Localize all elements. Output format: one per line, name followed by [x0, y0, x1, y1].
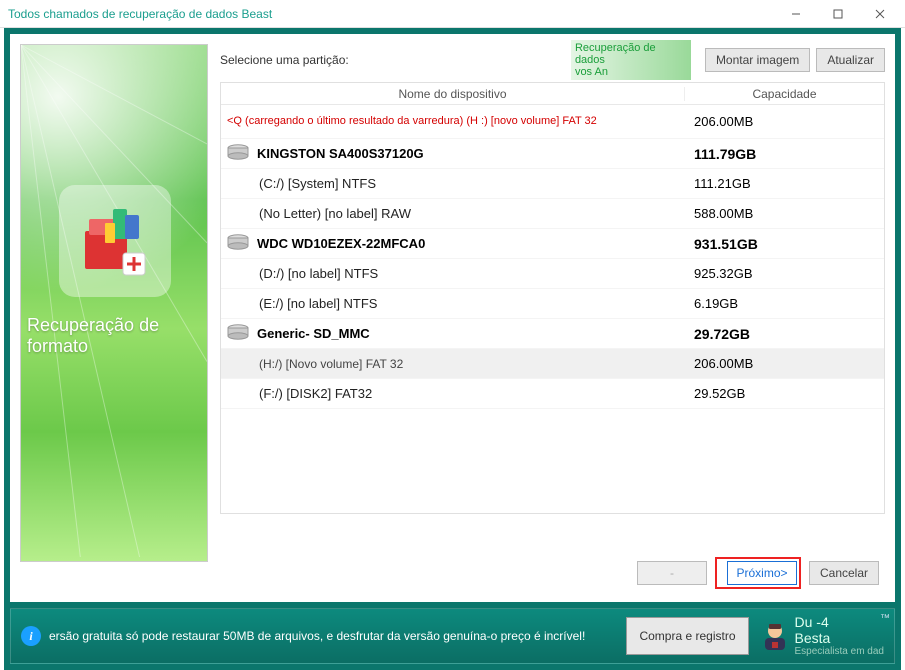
scan-status-text: <Q (carregando o último resultado da var…	[221, 113, 684, 130]
row-name: (F:/) [DISK2] FAT32	[221, 386, 684, 401]
brand-line1: Du -4	[795, 615, 885, 630]
row-capacity: 29.72GB	[684, 326, 884, 342]
close-button[interactable]	[859, 1, 901, 27]
col-device: Nome do dispositivo	[221, 87, 684, 101]
titlebar: Todos chamados de recuperação de dados B…	[0, 0, 905, 28]
row-name: Generic- SD_MMC	[221, 324, 684, 343]
main-panel: Recuperação de formato Selecione uma par…	[10, 34, 895, 602]
brand-text: Du -4 Besta Especialista em dad	[795, 615, 885, 657]
row-capacity: 206.00MB	[684, 356, 884, 371]
trademark: ™	[880, 613, 890, 624]
partition-row[interactable]: (F:/) [DISK2] FAT32 29.52GB	[221, 379, 884, 409]
maximize-button[interactable]	[817, 1, 859, 27]
window-controls	[775, 1, 901, 27]
disk-icon	[227, 234, 257, 253]
row-capacity: 111.79GB	[684, 146, 884, 162]
partition-row[interactable]: (H:/) [Novo volume] FAT 32 206.00MB	[221, 349, 884, 379]
row-name: (C:/) [System] NTFS	[221, 176, 684, 191]
scan-status-row[interactable]: <Q (carregando o último resultado da var…	[221, 105, 884, 139]
left-card: Recuperação de formato	[20, 44, 208, 562]
brand-avatar-icon	[759, 620, 791, 652]
partition-row[interactable]: (C:/) [System] NTFS 111.21GB	[221, 169, 884, 199]
next-button[interactable]: Próximo>	[727, 561, 797, 585]
window-title: Todos chamados de recuperação de dados B…	[4, 7, 272, 21]
disk-row[interactable]: WDC WD10EZEX-22MFCA0 931.51GB	[221, 229, 884, 259]
mount-image-button[interactable]: Montar imagem	[705, 48, 810, 72]
status-hint-l2: vos An	[575, 66, 687, 78]
row-capacity: 588.00MB	[684, 206, 884, 221]
refresh-button[interactable]: Atualizar	[816, 48, 885, 72]
mode-caption: Recuperação de formato	[27, 315, 201, 356]
disk-row[interactable]: KINGSTON SA400S37120G 111.79GB	[221, 139, 884, 169]
minimize-button[interactable]	[775, 1, 817, 27]
row-name-text: KINGSTON SA400S37120G	[257, 146, 424, 161]
right-content: Selecione uma partição: Recuperação de d…	[220, 44, 885, 592]
row-capacity: 925.32GB	[684, 266, 884, 281]
row-name: (H:/) [Novo volume] FAT 32	[221, 357, 684, 371]
disk-row[interactable]: Generic- SD_MMC 29.72GB	[221, 319, 884, 349]
wizard-buttons: - Próximo> Cancelar	[220, 554, 885, 592]
partition-row[interactable]: (No Letter) [no label] RAW 588.00MB	[221, 199, 884, 229]
app-frame: Recuperação de formato Selecione uma par…	[4, 28, 901, 670]
brand-line2: Besta	[795, 631, 885, 646]
col-capacity: Capacidade	[684, 87, 884, 101]
select-partition-label: Selecione uma partição:	[220, 53, 349, 67]
row-name-text: Generic- SD_MMC	[257, 326, 370, 341]
brand-line3: Especialista em dad	[795, 646, 885, 657]
row-capacity: 6.19GB	[684, 296, 884, 311]
row-capacity: 931.51GB	[684, 236, 884, 252]
row-name-text: (No Letter) [no label] RAW	[259, 206, 411, 221]
row-name: (No Letter) [no label] RAW	[221, 206, 684, 221]
partition-table: Nome do dispositivo Capacidade <Q (carre…	[220, 82, 885, 514]
table-header: Nome do dispositivo Capacidade	[221, 83, 884, 105]
row-name-text: (F:/) [DISK2] FAT32	[259, 386, 372, 401]
row-name: KINGSTON SA400S37120G	[221, 144, 684, 163]
rays-decoration	[21, 45, 207, 557]
app-mode-icon	[59, 185, 171, 297]
disk-icon	[227, 324, 257, 343]
row-name-text: (E:/) [no label] NTFS	[259, 296, 377, 311]
status-hint: Recuperação de dados vos An	[571, 40, 691, 80]
back-button[interactable]: -	[637, 561, 707, 585]
top-row: Selecione uma partição: Recuperação de d…	[220, 44, 885, 76]
row-name-text: (D:/) [no label] NTFS	[259, 266, 378, 281]
brand-block: Du -4 Besta Especialista em dad	[759, 615, 885, 657]
partition-row[interactable]: (D:/) [no label] NTFS 925.32GB	[221, 259, 884, 289]
row-name-text: (H:/) [Novo volume] FAT 32	[259, 357, 403, 371]
row-name: (D:/) [no label] NTFS	[221, 266, 684, 281]
row-capacity: 111.21GB	[684, 176, 884, 191]
row-name: WDC WD10EZEX-22MFCA0	[221, 234, 684, 253]
footer-bar: i ersão gratuita só pode restaurar 50MB …	[10, 608, 895, 664]
status-hint-l1: Recuperação de dados	[575, 42, 687, 66]
partition-row[interactable]: (E:/) [no label] NTFS 6.19GB	[221, 289, 884, 319]
footer-message: ersão gratuita só pode restaurar 50MB de…	[49, 629, 585, 643]
info-icon: i	[21, 626, 41, 646]
row-name-text: (C:/) [System] NTFS	[259, 176, 376, 191]
row-name: (E:/) [no label] NTFS	[221, 296, 684, 311]
row-name-text: WDC WD10EZEX-22MFCA0	[257, 236, 425, 251]
row-capacity: 29.52GB	[684, 386, 884, 401]
cancel-button[interactable]: Cancelar	[809, 561, 879, 585]
buy-register-button[interactable]: Compra e registro	[626, 617, 748, 655]
next-highlight: Próximo>	[715, 557, 801, 589]
disk-icon	[227, 144, 257, 163]
scan-status-cap: 206.00MB	[684, 114, 884, 129]
